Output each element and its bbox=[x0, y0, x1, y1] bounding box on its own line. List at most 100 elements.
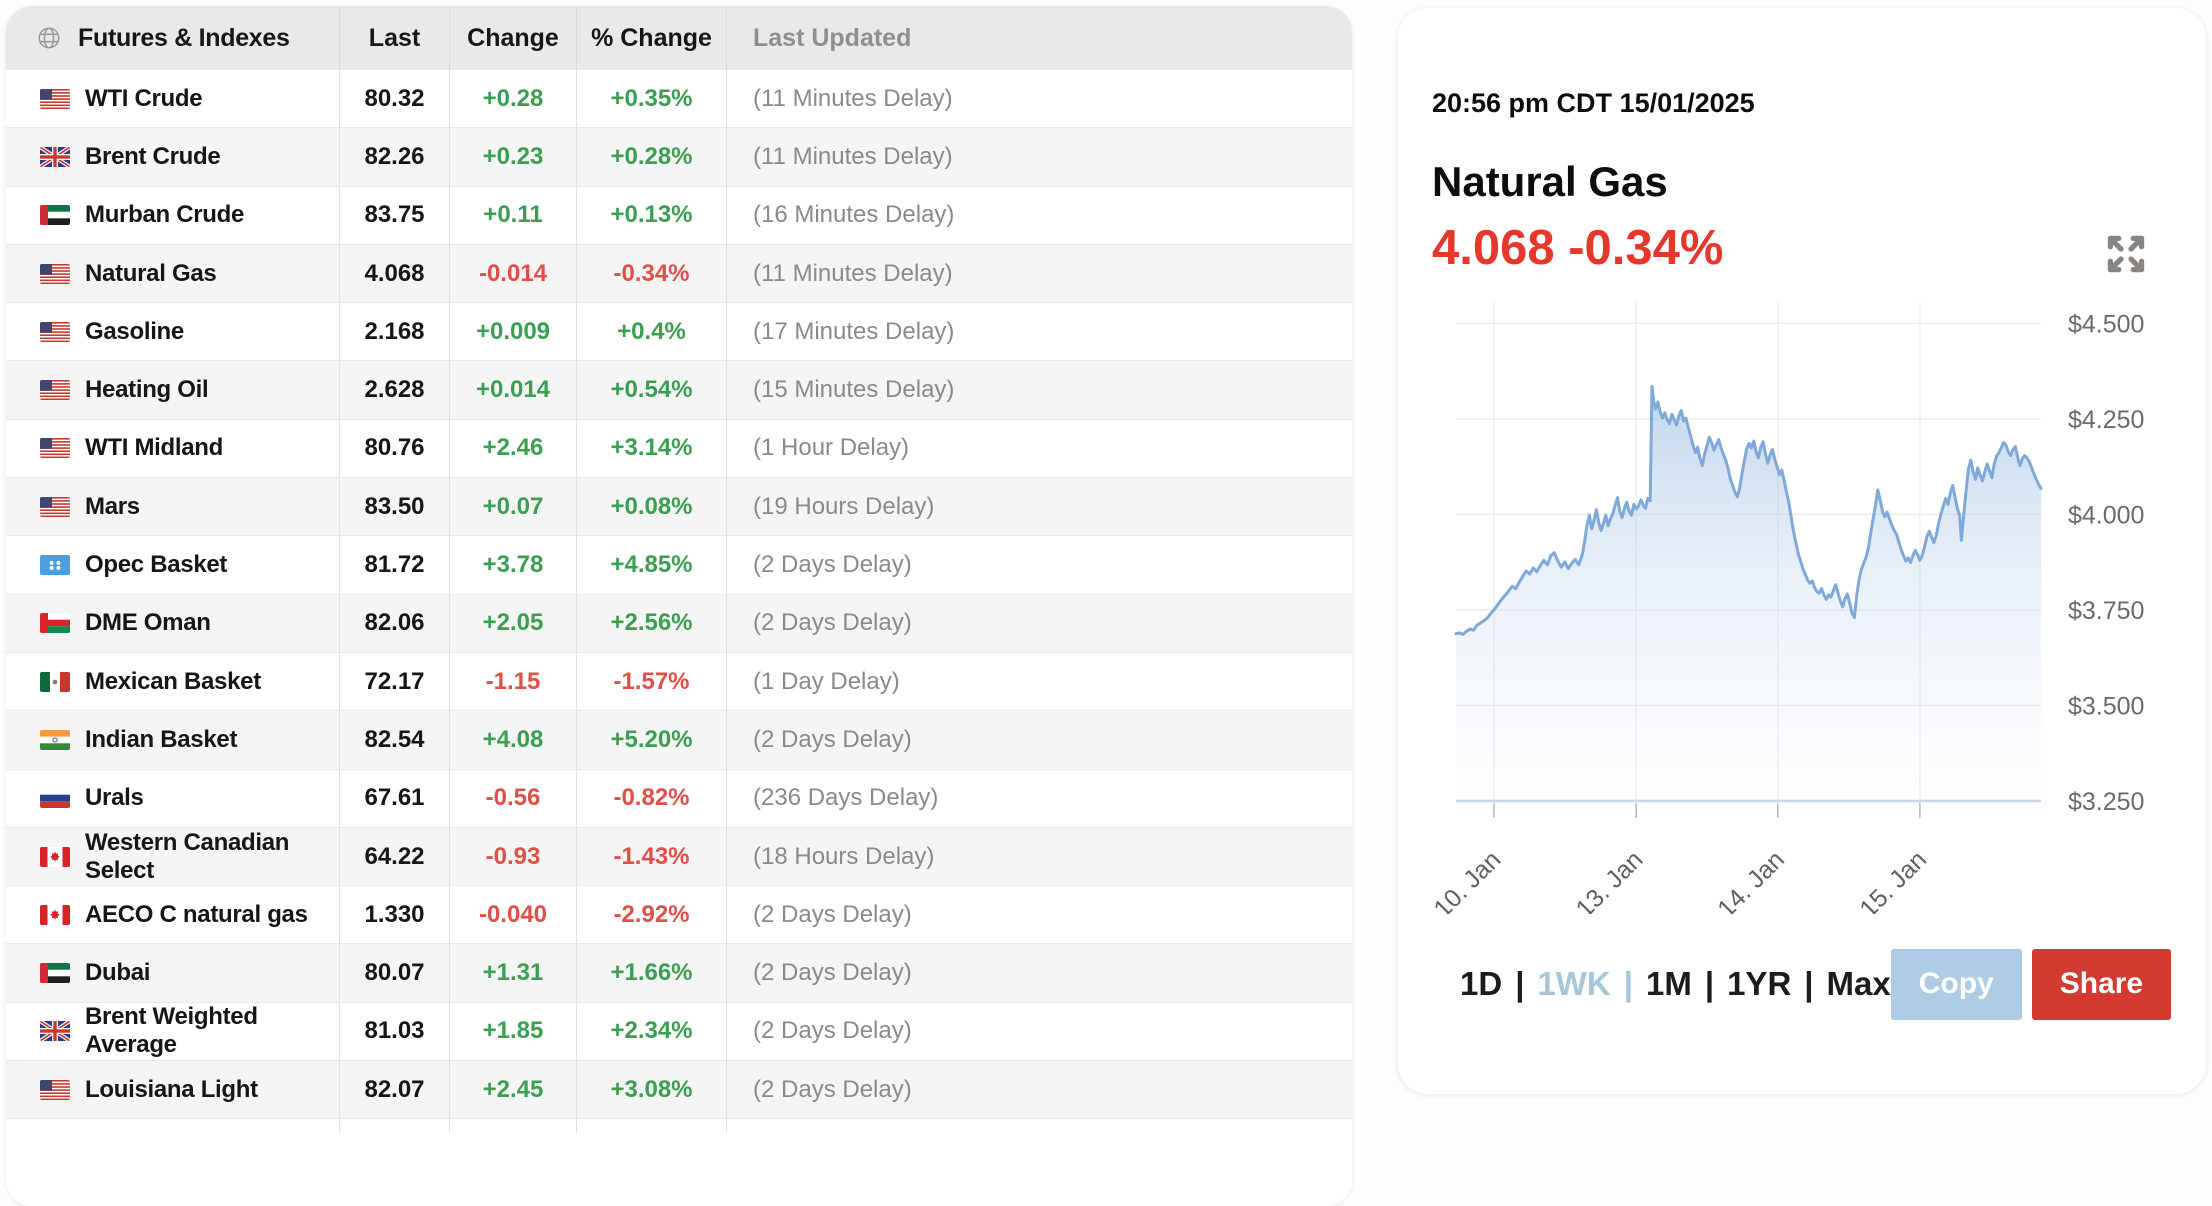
table-row[interactable]: Opec Basket81.72+3.78+4.85%(2 Days Delay… bbox=[6, 536, 1352, 594]
globe-icon bbox=[36, 25, 62, 51]
last-price: 64.22 bbox=[340, 828, 450, 885]
range-separator: | bbox=[1705, 965, 1714, 1003]
pct-change-value: +2.56% bbox=[577, 595, 727, 652]
pct-change-value: +0.54% bbox=[577, 361, 727, 418]
share-button[interactable]: Share bbox=[2032, 949, 2171, 1020]
instrument-cell: Urals bbox=[6, 770, 340, 827]
copy-button[interactable]: Copy bbox=[1891, 949, 2022, 1020]
us-flag-icon bbox=[40, 264, 70, 284]
table-row[interactable]: WTI Crude80.32+0.28+0.35%(11 Minutes Del… bbox=[6, 70, 1352, 128]
table-row[interactable]: Brent Weighted Average81.03+1.85+2.34%(2… bbox=[6, 1003, 1352, 1061]
last-price: 83.75 bbox=[340, 187, 450, 244]
last-updated: (2 Days Delay) bbox=[727, 886, 1352, 943]
header-last-updated: Last Updated bbox=[727, 6, 1352, 70]
range-1m[interactable]: 1M bbox=[1646, 965, 1692, 1003]
price-and-change: 4.068 -0.34% bbox=[1432, 220, 1724, 276]
range-separator: | bbox=[1624, 965, 1633, 1003]
range-selector: 1D|1WK|1M|1YR|Max bbox=[1460, 965, 1891, 1003]
instrument-name: Murban Crude bbox=[85, 201, 244, 229]
us-flag-icon bbox=[40, 322, 70, 342]
last-price: 81.72 bbox=[340, 536, 450, 593]
instrument-cell: AECO C natural gas bbox=[6, 886, 340, 943]
pct-change-value: +0.08% bbox=[577, 478, 727, 535]
instrument-name: Urals bbox=[85, 784, 144, 812]
instrument-name: Brent Weighted Average bbox=[85, 1003, 339, 1059]
change-value: +1.85 bbox=[450, 1003, 577, 1060]
pct-change-value: +0.13% bbox=[577, 187, 727, 244]
instrument-name: Natural Gas bbox=[85, 260, 216, 288]
instrument-cell: Mars bbox=[6, 478, 340, 535]
instrument-cell: Brent Weighted Average bbox=[6, 1003, 340, 1060]
table-row[interactable]: DME Oman82.06+2.05+2.56%(2 Days Delay) bbox=[6, 595, 1352, 653]
last-updated: (1 Hour Delay) bbox=[727, 420, 1352, 477]
table-row[interactable]: Mexican Basket72.17-1.15-1.57%(1 Day Del… bbox=[6, 653, 1352, 711]
range-max[interactable]: Max bbox=[1827, 965, 1891, 1003]
range-1d[interactable]: 1D bbox=[1460, 965, 1502, 1003]
last-updated: (11 Minutes Delay) bbox=[727, 245, 1352, 302]
table-row[interactable]: Brent Crude82.26+0.23+0.28%(11 Minutes D… bbox=[6, 128, 1352, 186]
last-updated: (2 Days Delay) bbox=[727, 1061, 1352, 1118]
table-row[interactable]: Mars83.50+0.07+0.08%(19 Hours Delay) bbox=[6, 478, 1352, 536]
pct-change-value: +1.66% bbox=[577, 944, 727, 1001]
table-row[interactable]: Natural Gas4.068-0.014-0.34%(11 Minutes … bbox=[6, 245, 1352, 303]
table-row[interactable]: Dubai80.07+1.31+1.66%(2 Days Delay) bbox=[6, 944, 1352, 1002]
pct-change-value: -1.43% bbox=[577, 828, 727, 885]
last-price: 1.330 bbox=[340, 886, 450, 943]
instrument-name: Brent Crude bbox=[85, 143, 220, 171]
pct-change-value: +3.14% bbox=[577, 420, 727, 477]
table-row[interactable]: Murban Crude83.75+0.11+0.13%(16 Minutes … bbox=[6, 187, 1352, 245]
pct-change-value: +0.4% bbox=[577, 303, 727, 360]
table-row[interactable]: WTI Midland80.76+2.46+3.14%(1 Hour Delay… bbox=[6, 420, 1352, 478]
futures-table-card: Futures & Indexes Last Change % Change L… bbox=[6, 6, 1352, 1206]
table-row[interactable]: Western Canadian Select64.22-0.93-1.43%(… bbox=[6, 828, 1352, 886]
chart-controls: 1D|1WK|1M|1YR|Max Copy Share bbox=[1460, 948, 2158, 1020]
instrument-name: Dubai bbox=[85, 959, 150, 987]
instrument-name: Louisiana Light bbox=[85, 1076, 258, 1104]
instrument-cell: Dubai bbox=[6, 944, 340, 1001]
last-updated: (16 Minutes Delay) bbox=[727, 187, 1352, 244]
instrument-cell: WTI Crude bbox=[6, 70, 340, 127]
pct-change-value: -0.34% bbox=[577, 245, 727, 302]
table-row[interactable]: Louisiana Light82.07+2.45+3.08%(2 Days D… bbox=[6, 1061, 1352, 1119]
instrument-cell: Heating Oil bbox=[6, 361, 340, 418]
last-updated: (17 Minutes Delay) bbox=[727, 303, 1352, 360]
table-row[interactable]: Indian Basket82.54+4.08+5.20%(2 Days Del… bbox=[6, 711, 1352, 769]
pct-change-value: +4.85% bbox=[577, 536, 727, 593]
us-flag-icon bbox=[40, 380, 70, 400]
instrument-cell: Brent Crude bbox=[6, 128, 340, 185]
table-row[interactable]: Urals67.61-0.56-0.82%(236 Days Delay) bbox=[6, 770, 1352, 828]
last-updated: (2 Days Delay) bbox=[727, 595, 1352, 652]
instrument-cell: Louisiana Light bbox=[6, 1061, 340, 1118]
range-1wk[interactable]: 1WK bbox=[1537, 965, 1610, 1003]
change-value: +0.23 bbox=[450, 128, 577, 185]
pct-change-value: -1.57% bbox=[577, 653, 727, 710]
table-row[interactable]: Heating Oil2.628+0.014+0.54%(15 Minutes … bbox=[6, 361, 1352, 419]
instrument-cell: Mexican Basket bbox=[6, 653, 340, 710]
instrument-name: WTI Midland bbox=[85, 434, 223, 462]
mx-flag-icon bbox=[40, 672, 70, 692]
svg-text:$3.750: $3.750 bbox=[2068, 597, 2144, 625]
instrument-name: AECO C natural gas bbox=[85, 901, 308, 929]
last-price: 67.61 bbox=[340, 770, 450, 827]
svg-text:10. Jan: 10. Jan bbox=[1432, 845, 1506, 914]
change-value: +2.45 bbox=[450, 1061, 577, 1118]
table-row[interactable]: Gasoline2.168+0.009+0.4%(17 Minutes Dela… bbox=[6, 303, 1352, 361]
change-value: +2.05 bbox=[450, 595, 577, 652]
price-area-chart[interactable]: $4.500$4.250$4.000$3.750$3.500$3.25010. … bbox=[1432, 290, 2192, 914]
header-change: Change bbox=[450, 6, 577, 70]
header-futures-indexes: Futures & Indexes bbox=[6, 6, 340, 70]
range-1yr[interactable]: 1YR bbox=[1727, 965, 1791, 1003]
svg-text:14. Jan: 14. Jan bbox=[1712, 845, 1790, 914]
in-flag-icon bbox=[40, 730, 70, 750]
last-updated: (18 Hours Delay) bbox=[727, 828, 1352, 885]
change-value: +4.08 bbox=[450, 711, 577, 768]
table-header: Futures & Indexes Last Change % Change L… bbox=[6, 6, 1352, 70]
table-row[interactable]: AECO C natural gas1.330-0.040-2.92%(2 Da… bbox=[6, 886, 1352, 944]
last-price: 83.50 bbox=[340, 478, 450, 535]
pct-change-value: +5.20% bbox=[577, 711, 727, 768]
last-updated: (19 Hours Delay) bbox=[727, 478, 1352, 535]
expand-button[interactable] bbox=[2102, 230, 2150, 278]
instrument-cell: Murban Crude bbox=[6, 187, 340, 244]
instrument-cell: Opec Basket bbox=[6, 536, 340, 593]
svg-text:15. Jan: 15. Jan bbox=[1854, 845, 1932, 914]
